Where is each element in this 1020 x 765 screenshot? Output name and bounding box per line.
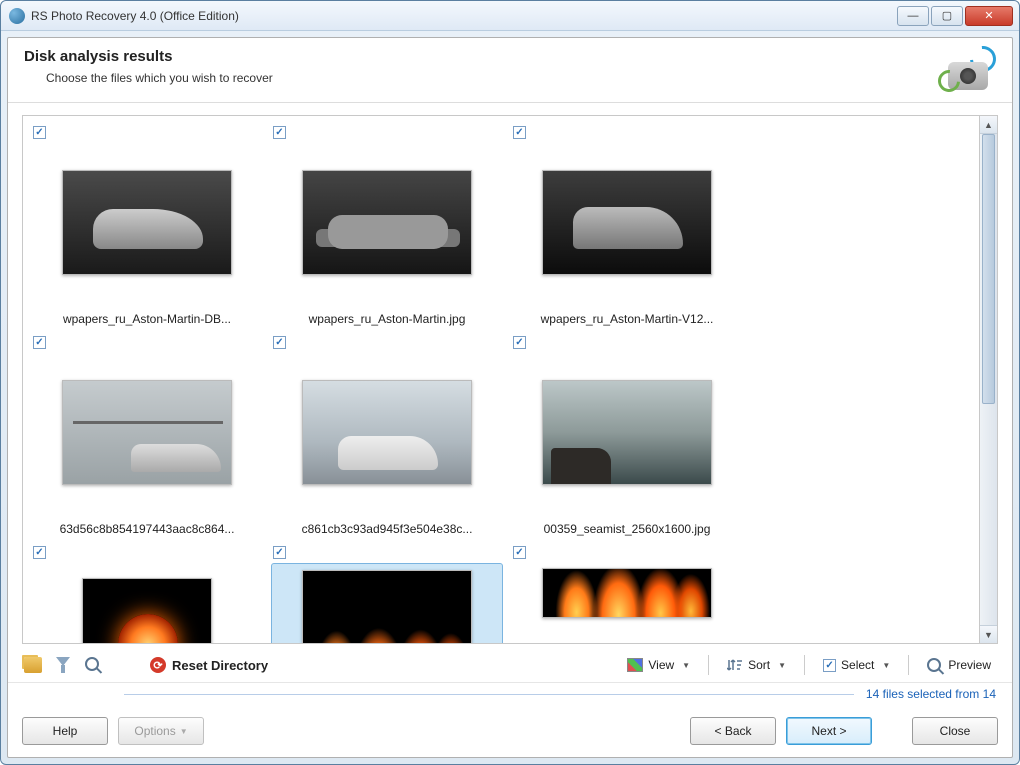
close-window-button[interactable]: ✕ (965, 6, 1013, 26)
thumbnail-image (82, 578, 212, 644)
file-checkbox[interactable]: ✓ (33, 126, 46, 139)
file-item[interactable]: ✓ wpapers_ru_Aston-Martin-V12... (507, 122, 747, 332)
chevron-down-icon: ▼ (882, 661, 890, 670)
app-icon (9, 8, 25, 24)
wizard-header: Disk analysis results Choose the files w… (8, 38, 1012, 103)
sort-dropdown[interactable]: Sort ▼ (720, 655, 793, 675)
toolbar: ⟳ Reset Directory View ▼ Sort ▼ ✓ Select… (8, 648, 1012, 680)
file-checkbox[interactable]: ✓ (273, 336, 286, 349)
file-list[interactable]: ✓ wpapers_ru_Aston-Martin-DB... ✓ wpapers_r… (23, 116, 979, 643)
thumbnail-image (542, 170, 712, 275)
window-title: RS Photo Recovery 4.0 (Office Edition) (31, 9, 897, 23)
filter-icon[interactable] (52, 654, 74, 676)
scroll-down-button[interactable]: ▼ (980, 625, 997, 643)
file-item[interactable]: ✓ (507, 542, 747, 622)
file-checkbox[interactable]: ✓ (33, 546, 46, 559)
thumbnail-image (302, 570, 472, 643)
file-name: wpapers_ru_Aston-Martin-V12... (511, 302, 743, 332)
folders-icon[interactable] (22, 654, 44, 676)
file-item[interactable]: ✓ c861cb3c93ad945f3e504e38c... (267, 332, 507, 542)
chevron-down-icon: ▼ (682, 661, 690, 670)
view-icon (627, 658, 643, 672)
file-name: c861cb3c93ad945f3e504e38c... (271, 512, 503, 542)
thumbnail-image (302, 380, 472, 485)
chevron-down-icon: ▼ (778, 661, 786, 670)
scroll-track[interactable] (980, 134, 997, 625)
file-item[interactable]: ✓011.jpg (27, 542, 267, 643)
file-item[interactable]: ✓ 63d56c8b854197443aac8c864... (27, 332, 267, 542)
sort-icon (727, 658, 743, 672)
status-text: 14 files selected from 14 (8, 682, 1012, 709)
recovery-icon (940, 48, 996, 90)
page-subtitle: Choose the files which you wish to recov… (46, 71, 273, 85)
app-window: RS Photo Recovery 4.0 (Office Edition) —… (0, 0, 1020, 765)
checkbox-icon: ✓ (823, 659, 836, 672)
page-title: Disk analysis results (24, 48, 273, 65)
preview-icon (927, 658, 943, 672)
thumbnail-image (542, 568, 712, 618)
file-checkbox[interactable]: ✓ (513, 336, 526, 349)
select-dropdown[interactable]: ✓ Select ▼ (816, 655, 897, 675)
scroll-thumb[interactable] (982, 134, 995, 404)
thumbnail-image (62, 380, 232, 485)
thumbnail-image (542, 380, 712, 485)
file-item[interactable]: ✓ 00359_seamist_2560x1600.jpg (507, 332, 747, 542)
file-name: wpapers_ru_Aston-Martin-DB... (31, 302, 263, 332)
thumbnail-image (302, 170, 472, 275)
preview-button[interactable]: Preview (920, 655, 998, 675)
reset-icon: ⟳ (150, 657, 166, 673)
file-checkbox[interactable]: ✓ (33, 336, 46, 349)
wizard-footer: Help Options ▼ < Back Next > Close (8, 709, 1012, 757)
reset-label: Reset Directory (172, 658, 268, 673)
search-icon[interactable] (82, 654, 104, 676)
file-name: 00359_seamist_2560x1600.jpg (511, 512, 743, 542)
options-button[interactable]: Options ▼ (118, 717, 204, 745)
titlebar[interactable]: RS Photo Recovery 4.0 (Office Edition) —… (1, 1, 1019, 31)
file-item[interactable]: ✓ wpapers_ru_Aston-Martin-DB... (27, 122, 267, 332)
file-checkbox[interactable]: ✓ (273, 126, 286, 139)
file-checkbox[interactable]: ✓ (513, 546, 526, 559)
maximize-button[interactable]: ▢ (931, 6, 963, 26)
view-dropdown[interactable]: View ▼ (620, 655, 697, 675)
file-list-container: ✓ wpapers_ru_Aston-Martin-DB... ✓ wpapers_r… (22, 115, 998, 644)
reset-directory-button[interactable]: ⟳ Reset Directory (150, 657, 268, 673)
next-button[interactable]: Next > (786, 717, 872, 745)
file-item[interactable]: ✓01.jpg (267, 542, 507, 643)
thumbnail-image (62, 170, 232, 275)
file-checkbox[interactable]: ✓ (273, 546, 286, 559)
scrollbar[interactable]: ▲ ▼ (979, 116, 997, 643)
client-area: Disk analysis results Choose the files w… (7, 37, 1013, 758)
minimize-button[interactable]: — (897, 6, 929, 26)
scroll-up-button[interactable]: ▲ (980, 116, 997, 134)
back-button[interactable]: < Back (690, 717, 776, 745)
file-item[interactable]: ✓ wpapers_ru_Aston-Martin.jpg (267, 122, 507, 332)
file-name: wpapers_ru_Aston-Martin.jpg (271, 302, 503, 332)
file-name: 63d56c8b854197443aac8c864... (31, 512, 263, 542)
help-button[interactable]: Help (22, 717, 108, 745)
close-button[interactable]: Close (912, 717, 998, 745)
file-checkbox[interactable]: ✓ (513, 126, 526, 139)
